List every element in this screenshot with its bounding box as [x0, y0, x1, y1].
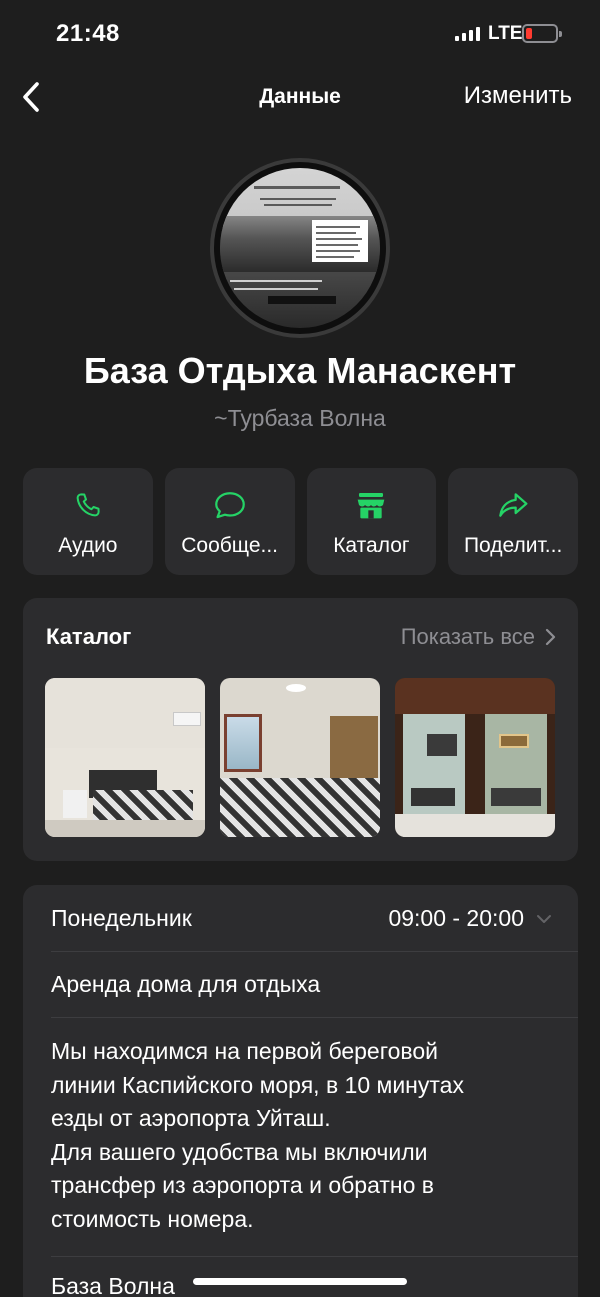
business-info-section: Понедельник 09:00 - 20:00 Аренда дома дл… [23, 885, 578, 1297]
business-alt-name: База Волна [51, 1273, 175, 1297]
show-all-link[interactable]: Показать все [401, 624, 556, 650]
catalog-item-image[interactable] [395, 678, 555, 837]
message-icon [214, 492, 245, 519]
catalog-button[interactable]: Каталог [306, 468, 437, 575]
catalog-item-image[interactable] [220, 678, 380, 837]
business-day: Понедельник [51, 905, 192, 931]
store-icon [358, 493, 385, 519]
battery-icon [522, 24, 562, 43]
business-subtitle: ~Турбаза Волна [214, 405, 386, 431]
phone-icon [76, 493, 100, 517]
status-time: 21:48 [56, 20, 120, 47]
action-buttons: Аудио Сообще... Каталог Поделит... [23, 468, 578, 575]
home-indicator[interactable] [193, 1278, 407, 1285]
catalog-section: Каталог Показать все [23, 598, 578, 861]
avatar-image [220, 168, 380, 328]
description-line: стоимость номера. [51, 1205, 254, 1232]
category-row: Аренда дома для отдыха [51, 952, 578, 1018]
edit-button[interactable]: Изменить [464, 82, 572, 110]
business-category: Аренда дома для отдыха [51, 971, 321, 997]
business-description: Мы находимся на первой береговой линии К… [51, 1035, 551, 1236]
hours-value: 09:00 - 20:00 [388, 905, 524, 931]
chevron-down-icon [537, 914, 551, 923]
chevron-left-icon [23, 82, 39, 112]
action-label: Аудио [58, 534, 118, 557]
description-line: Мы находимся на первой береговой [51, 1038, 439, 1064]
audio-call-button[interactable]: Аудио [23, 468, 153, 575]
back-button[interactable] [16, 80, 46, 114]
show-all-label: Показать все [400, 624, 535, 649]
chevron-right-icon [545, 628, 556, 646]
action-label: Каталог [333, 534, 410, 557]
description-line: линии Каспийского моря, в 10 минутах [51, 1071, 464, 1098]
action-label: Поделит... [463, 534, 563, 557]
business-hours[interactable]: 09:00 - 20:00 [388, 905, 552, 932]
share-icon [499, 493, 528, 517]
description-line: Для вашего удобства мы включили [51, 1138, 428, 1165]
description-line: трансфер из аэропорта и обратно в [51, 1172, 435, 1198]
catalog-item-image[interactable] [45, 678, 205, 837]
catalog-title: Каталог [46, 624, 132, 649]
status-bar: 21:48 LTE [0, 0, 600, 68]
description-line: езды от аэропорта Уйташ. [51, 1105, 331, 1131]
nav-bar: Данные Изменить [0, 68, 600, 126]
network-type: LTE [488, 23, 523, 44]
profile-avatar[interactable] [210, 158, 390, 338]
hours-row[interactable]: Понедельник 09:00 - 20:00 [51, 885, 578, 952]
cellular-signal-icon [455, 27, 480, 41]
action-label: Сообще... [181, 534, 279, 557]
business-name: База Отдыха Манаскент [83, 350, 517, 391]
message-button[interactable]: Сообще... [164, 468, 295, 575]
share-button[interactable]: Поделит... [448, 468, 578, 575]
divider [51, 1256, 578, 1257]
